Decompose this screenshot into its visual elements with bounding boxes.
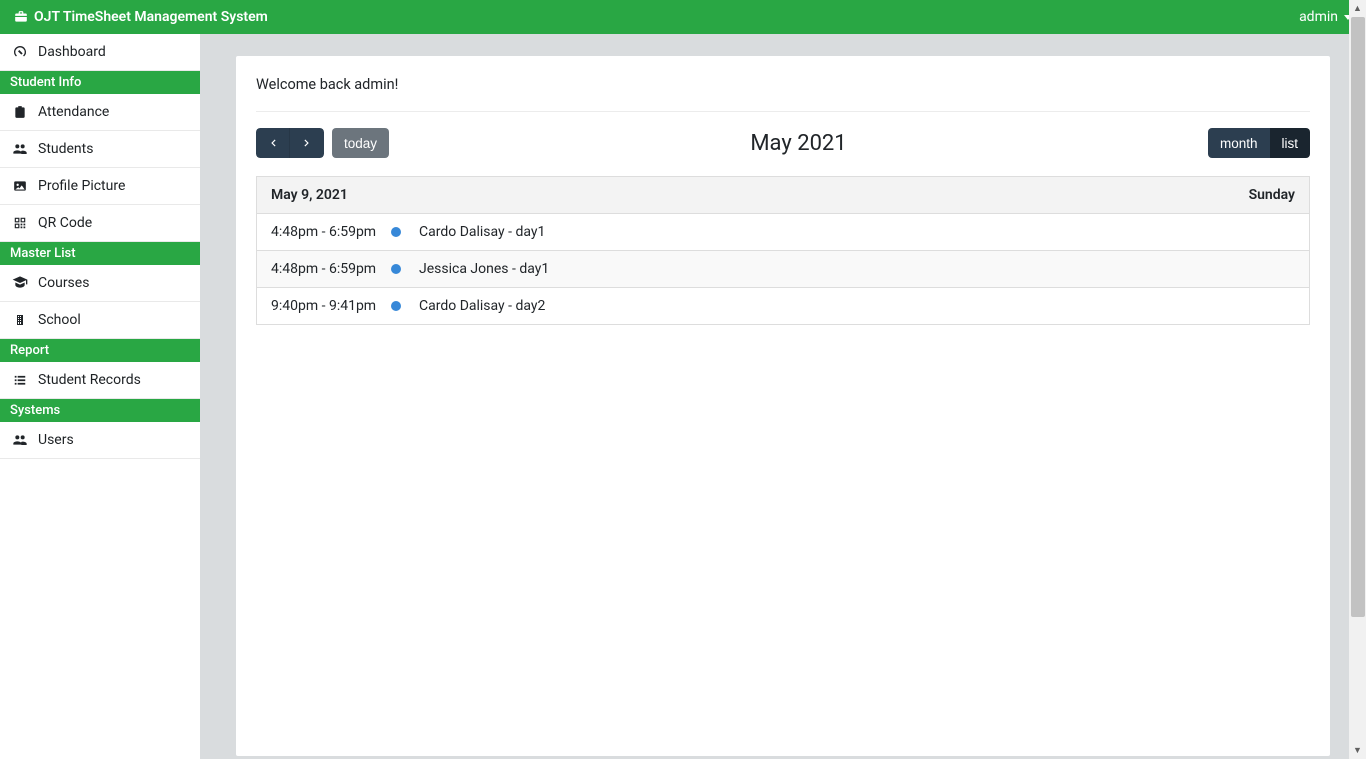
- sidebar-header-student-info: Student Info: [0, 71, 200, 94]
- sidebar-label: Profile Picture: [38, 178, 125, 194]
- scroll-thumb[interactable]: [1351, 17, 1365, 617]
- event-title: Cardo Dalisay - day1: [419, 224, 1295, 240]
- event-time: 4:48pm - 6:59pm: [271, 261, 391, 277]
- sidebar-item-users[interactable]: Users: [0, 422, 200, 459]
- list-icon: [12, 372, 28, 388]
- sidebar-item-profile-picture[interactable]: Profile Picture: [0, 168, 200, 205]
- sidebar-item-school[interactable]: School: [0, 302, 200, 339]
- sidebar-label: Dashboard: [38, 44, 106, 60]
- event-dot-icon: [391, 227, 401, 237]
- list-day-header[interactable]: May 9, 2021 Sunday: [256, 176, 1310, 214]
- sidebar-item-students[interactable]: Students: [0, 131, 200, 168]
- scroll-up-icon[interactable]: ▲: [1349, 0, 1366, 17]
- card: Welcome back admin!: [236, 56, 1330, 756]
- qrcode-icon: [12, 215, 28, 231]
- list-event[interactable]: 4:48pm - 6:59pm Jessica Jones - day1: [256, 251, 1310, 288]
- chevron-right-icon: [300, 136, 314, 150]
- sidebar-item-qr-code[interactable]: QR Code: [0, 205, 200, 242]
- scrollbar[interactable]: ▲ ▼: [1349, 0, 1366, 759]
- building-icon: [12, 312, 28, 328]
- sidebar-label: School: [38, 312, 81, 328]
- scroll-down-icon[interactable]: ▼: [1349, 742, 1366, 759]
- user-name: admin: [1299, 9, 1338, 25]
- sidebar-label: Courses: [38, 275, 89, 291]
- list-event[interactable]: 4:48pm - 6:59pm Cardo Dalisay - day1: [256, 214, 1310, 251]
- view-list-button[interactable]: list: [1270, 128, 1311, 158]
- calendar-list: May 9, 2021 Sunday 4:48pm - 6:59pm Cardo…: [256, 176, 1310, 325]
- event-time: 9:40pm - 9:41pm: [271, 298, 391, 314]
- topbar: OJT TimeSheet Management System admin: [0, 0, 1366, 34]
- day-date: May 9, 2021: [271, 187, 348, 203]
- event-dot-icon: [391, 264, 401, 274]
- sidebar-label: QR Code: [38, 215, 92, 231]
- calendar-title: May 2021: [389, 131, 1208, 156]
- sidebar-header-master-list: Master List: [0, 242, 200, 265]
- sidebar-label: Attendance: [38, 104, 109, 120]
- event-title: Cardo Dalisay - day2: [419, 298, 1295, 314]
- chevron-left-icon: [266, 136, 280, 150]
- dashboard-icon: [12, 44, 28, 60]
- sidebar-label: Users: [38, 432, 74, 448]
- briefcase-icon: [14, 10, 28, 24]
- brand: OJT TimeSheet Management System: [14, 9, 268, 25]
- users-icon: [12, 141, 28, 157]
- sidebar-label: Student Records: [38, 372, 141, 388]
- list-event[interactable]: 9:40pm - 9:41pm Cardo Dalisay - day2: [256, 288, 1310, 325]
- welcome-text: Welcome back admin!: [256, 76, 1310, 112]
- sidebar-label: Students: [38, 141, 93, 157]
- sidebar: Dashboard Student Info Attendance Studen…: [0, 34, 200, 759]
- content: Welcome back admin!: [200, 34, 1366, 759]
- event-dot-icon: [391, 301, 401, 311]
- sidebar-header-systems: Systems: [0, 399, 200, 422]
- event-title: Jessica Jones - day1: [419, 261, 1295, 277]
- sidebar-item-dashboard[interactable]: Dashboard: [0, 34, 200, 71]
- sidebar-item-student-records[interactable]: Student Records: [0, 362, 200, 399]
- user-menu[interactable]: admin: [1299, 9, 1352, 25]
- event-time: 4:48pm - 6:59pm: [271, 224, 391, 240]
- calendar-toolbar: today May 2021 month list: [256, 128, 1310, 158]
- sidebar-item-attendance[interactable]: Attendance: [0, 94, 200, 131]
- view-button-group: month list: [1208, 128, 1310, 158]
- view-month-button[interactable]: month: [1208, 128, 1270, 158]
- nav-button-group: [256, 128, 324, 158]
- next-button[interactable]: [290, 128, 324, 158]
- today-button[interactable]: today: [332, 128, 389, 158]
- prev-button[interactable]: [256, 128, 290, 158]
- brand-title: OJT TimeSheet Management System: [34, 9, 268, 25]
- sidebar-item-courses[interactable]: Courses: [0, 265, 200, 302]
- graduation-icon: [12, 275, 28, 291]
- clipboard-icon: [12, 104, 28, 120]
- users-icon: [12, 432, 28, 448]
- day-weekday: Sunday: [1249, 187, 1295, 203]
- image-icon: [12, 178, 28, 194]
- sidebar-header-report: Report: [0, 339, 200, 362]
